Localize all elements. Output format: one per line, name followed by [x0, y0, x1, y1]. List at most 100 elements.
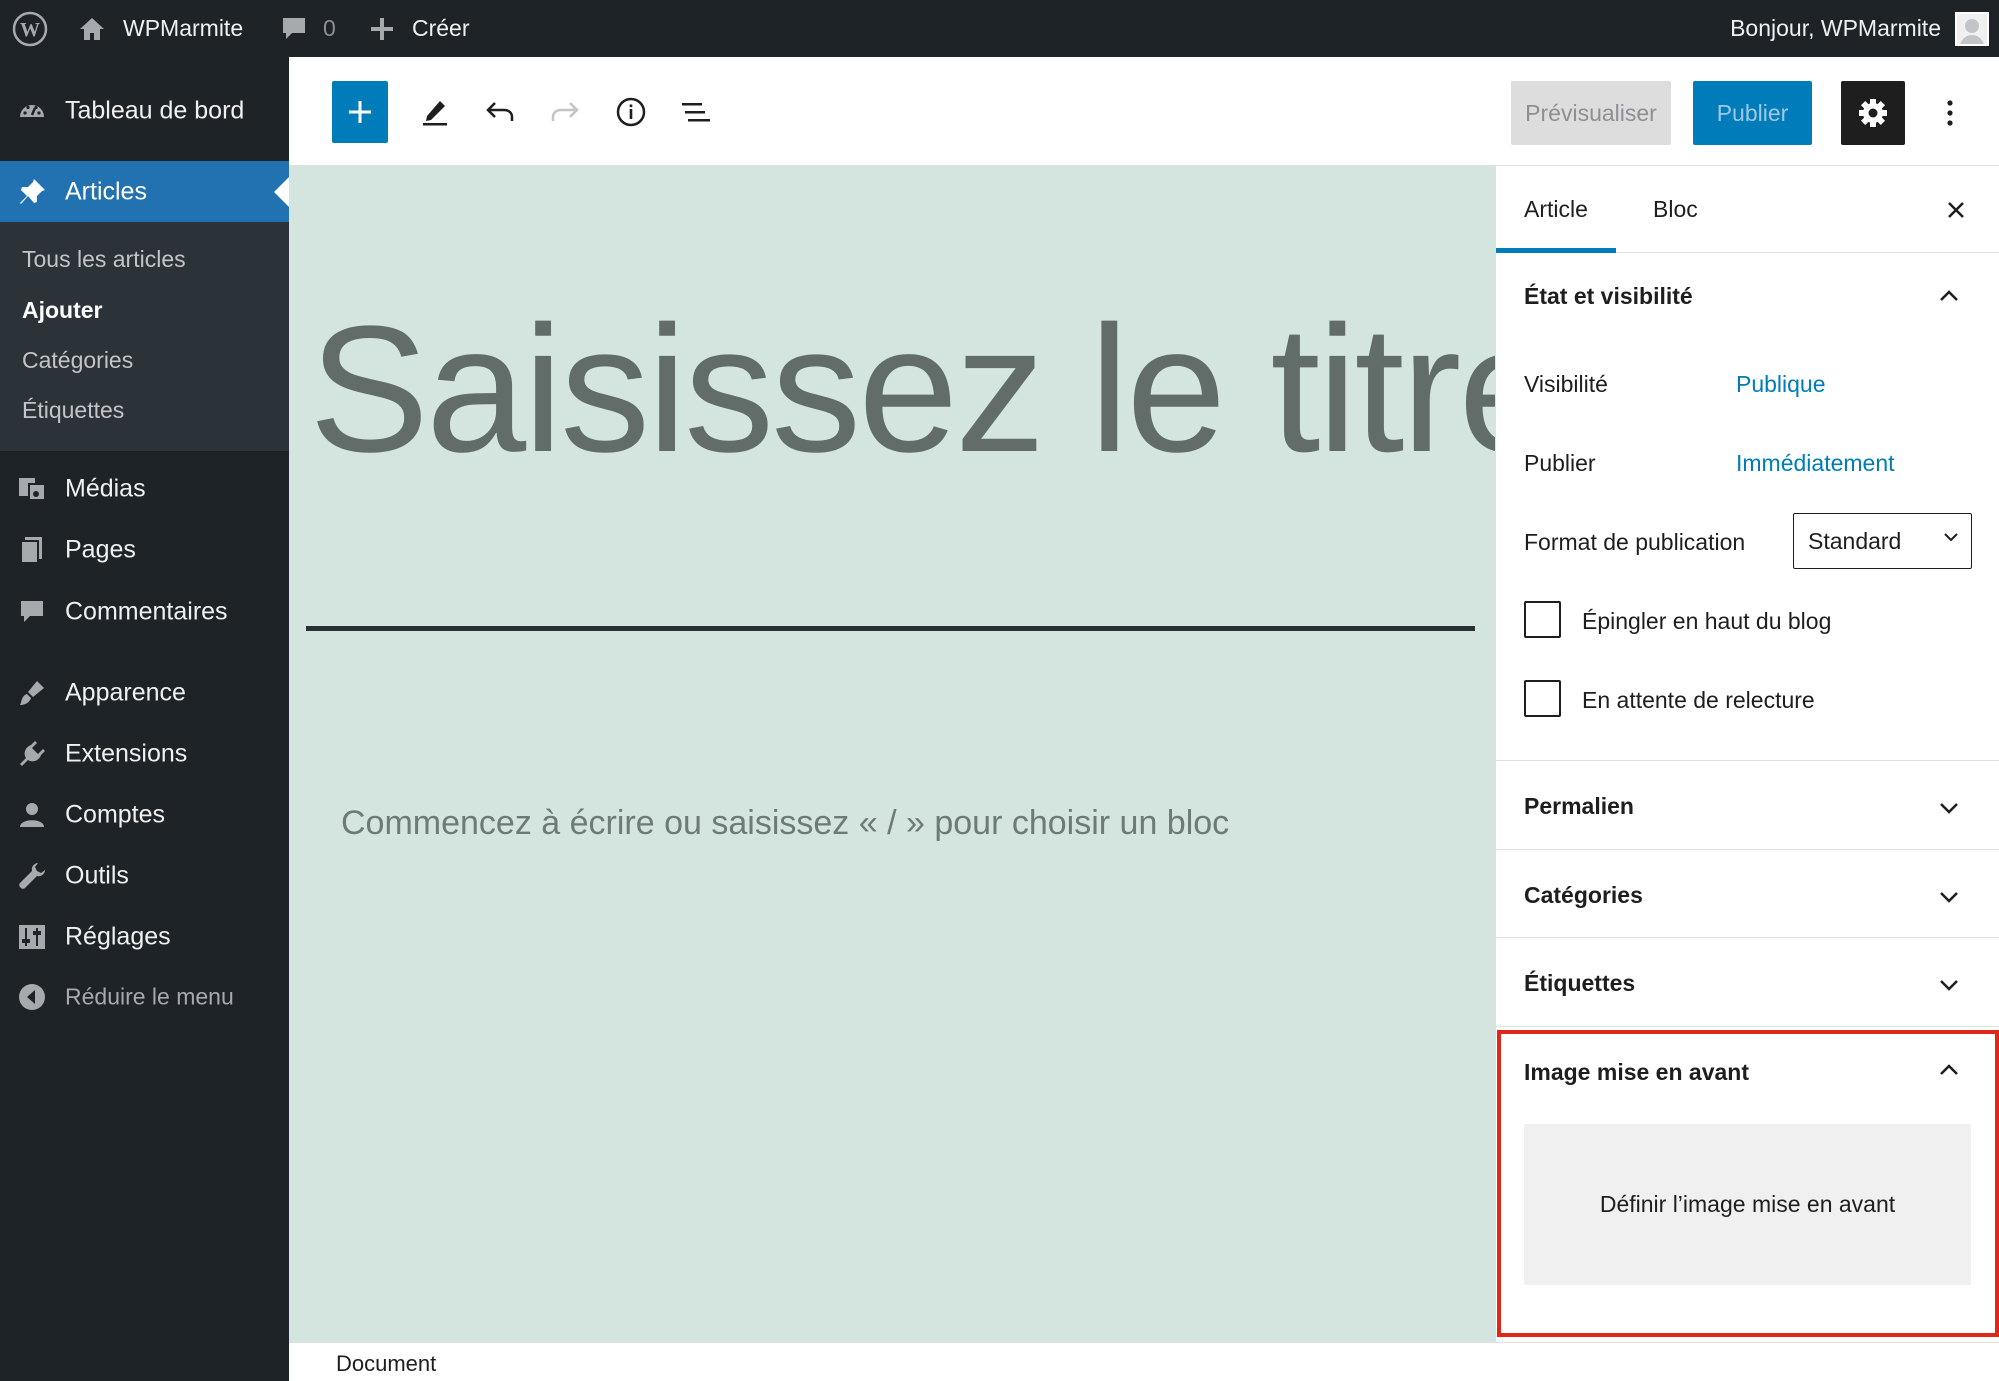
- block-placeholder[interactable]: Commencez à écrire ou saisissez « / » po…: [341, 804, 1229, 843]
- permalink-heading[interactable]: Permalien: [1524, 793, 1634, 820]
- plus-icon: [349, 101, 371, 123]
- plus-icon[interactable]: [369, 0, 395, 57]
- menu-label-tools: Outils: [65, 861, 129, 890]
- submenu-tags[interactable]: Étiquettes: [22, 397, 124, 424]
- breadcrumb-document[interactable]: Document: [336, 1351, 436, 1377]
- admin-bar: W WPMarmite 0 Créer Bonjour, WPMarmite: [0, 0, 1999, 57]
- account-greeting[interactable]: Bonjour, WPMarmite: [1730, 0, 1941, 57]
- new-content-link[interactable]: Créer: [412, 0, 470, 57]
- submenu-add-new[interactable]: Ajouter: [22, 297, 103, 324]
- svg-text:W: W: [20, 19, 40, 41]
- publish-date-label: Publier: [1524, 450, 1596, 476]
- post-format-value: Standard: [1808, 527, 1902, 554]
- chevron-down-icon[interactable]: [1934, 970, 1964, 1000]
- undo-button[interactable]: [472, 81, 528, 143]
- info-icon: [616, 97, 646, 127]
- categories-heading[interactable]: Catégories: [1524, 882, 1643, 909]
- pending-review-checkbox[interactable]: [1524, 680, 1561, 717]
- menu-label-comments: Commentaires: [65, 597, 228, 626]
- menu-label-accounts: Comptes: [65, 800, 166, 829]
- comment-icon: [17, 597, 47, 627]
- admin-sidebar: Tableau de bord Articles Tous les articl…: [0, 57, 289, 1381]
- collapse-menu-label: Réduire le menu: [65, 983, 234, 1010]
- collapse-menu-button[interactable]: Réduire le menu: [0, 969, 289, 1025]
- close-icon[interactable]: [1936, 190, 1976, 230]
- publish-date-link[interactable]: Immédiatement: [1736, 450, 1895, 477]
- menu-item-settings[interactable]: Réglages: [0, 909, 289, 965]
- wordpress-logo-icon[interactable]: W: [12, 0, 48, 57]
- tab-article[interactable]: Article: [1496, 166, 1616, 253]
- menu-item-tools[interactable]: Outils: [0, 848, 289, 904]
- menu-label-appearance: Apparence: [65, 678, 186, 707]
- sticky-checkbox[interactable]: [1524, 601, 1561, 638]
- block-breadcrumb-bar: Document: [289, 1342, 1999, 1381]
- sticky-label[interactable]: Épingler en haut du blog: [1582, 608, 1831, 635]
- menu-label-extensions: Extensions: [65, 739, 188, 768]
- menu-item-appearance[interactable]: Apparence: [0, 665, 289, 721]
- user-icon: [17, 800, 47, 830]
- post-title-input[interactable]: Saisissez le titre: [309, 300, 1558, 480]
- list-view-button[interactable]: [668, 81, 724, 143]
- submenu-categories[interactable]: Catégories: [22, 347, 133, 374]
- section-divider: [1496, 937, 1999, 938]
- add-block-button[interactable]: [332, 81, 388, 143]
- menu-label-pages: Pages: [65, 535, 136, 564]
- gear-icon: [1859, 99, 1887, 127]
- settings-toggle-button[interactable]: [1841, 81, 1905, 145]
- tools-pencil-button[interactable]: [407, 81, 463, 143]
- tags-heading[interactable]: Étiquettes: [1524, 970, 1635, 997]
- pushpin-icon: [17, 177, 47, 207]
- menu-item-medias[interactable]: Médias: [0, 461, 289, 517]
- details-info-button[interactable]: [603, 81, 659, 143]
- home-icon[interactable]: [78, 0, 106, 57]
- section-divider: [1496, 849, 1999, 850]
- kebab-menu-icon: [1947, 100, 1953, 126]
- comment-count[interactable]: 0: [323, 0, 336, 57]
- menu-item-accounts[interactable]: Comptes: [0, 787, 289, 843]
- post-format-select[interactable]: Standard: [1793, 513, 1972, 569]
- undo-icon: [486, 102, 514, 121]
- pending-review-label[interactable]: En attente de relecture: [1582, 687, 1815, 714]
- avatar[interactable]: [1955, 0, 1989, 57]
- menu-label-medias: Médias: [65, 474, 146, 503]
- collapse-arrow-icon: [17, 982, 47, 1012]
- menu-item-articles[interactable]: Articles: [0, 161, 289, 222]
- post-format-label: Format de publication: [1524, 529, 1746, 555]
- menu-label-dashboard: Tableau de bord: [65, 96, 245, 125]
- visibility-link[interactable]: Publique: [1736, 371, 1826, 398]
- more-options-button[interactable]: [1935, 81, 1965, 145]
- redo-button[interactable]: [537, 81, 593, 143]
- editor-toolbar: Prévisualiser Publier: [289, 57, 1999, 166]
- tab-block[interactable]: Bloc: [1653, 166, 1698, 253]
- plugin-icon: [17, 739, 47, 769]
- panel-tabs: Article Bloc: [1496, 166, 1999, 253]
- chevron-up-icon[interactable]: [1934, 281, 1964, 311]
- pages-icon: [17, 535, 47, 565]
- chevron-down-icon: [1944, 533, 1958, 542]
- visibility-label: Visibilité: [1524, 371, 1608, 397]
- preview-button[interactable]: Prévisualiser: [1511, 81, 1671, 145]
- redo-icon: [551, 102, 579, 121]
- editor-canvas: Saisissez le titre Commencez à écrire ou…: [289, 166, 1558, 1342]
- chevron-down-icon[interactable]: [1934, 793, 1964, 823]
- dashboard-gauge-icon: [17, 96, 47, 126]
- submenu-all-articles[interactable]: Tous les articles: [22, 246, 186, 273]
- menu-item-pages[interactable]: Pages: [0, 522, 289, 578]
- comment-bubble-icon[interactable]: [279, 0, 309, 57]
- media-icon: [17, 474, 47, 504]
- publish-button[interactable]: Publier: [1693, 81, 1812, 145]
- settings-sliders-icon: [17, 922, 47, 952]
- site-name-link[interactable]: WPMarmite: [123, 0, 243, 57]
- status-visibility-heading[interactable]: État et visibilité: [1524, 283, 1693, 310]
- highlight-annotation: [1497, 1030, 1999, 1337]
- pencil-icon: [423, 101, 447, 126]
- menu-item-extensions[interactable]: Extensions: [0, 726, 289, 782]
- menu-item-comments[interactable]: Commentaires: [0, 584, 289, 640]
- menu-item-dashboard[interactable]: Tableau de bord: [0, 80, 289, 142]
- menu-label-articles: Articles: [65, 177, 147, 205]
- menu-label-settings: Réglages: [65, 922, 171, 951]
- list-view-icon: [682, 103, 710, 122]
- chevron-down-icon[interactable]: [1934, 882, 1964, 912]
- section-divider: [1496, 760, 1999, 761]
- wrench-icon: [17, 861, 47, 891]
